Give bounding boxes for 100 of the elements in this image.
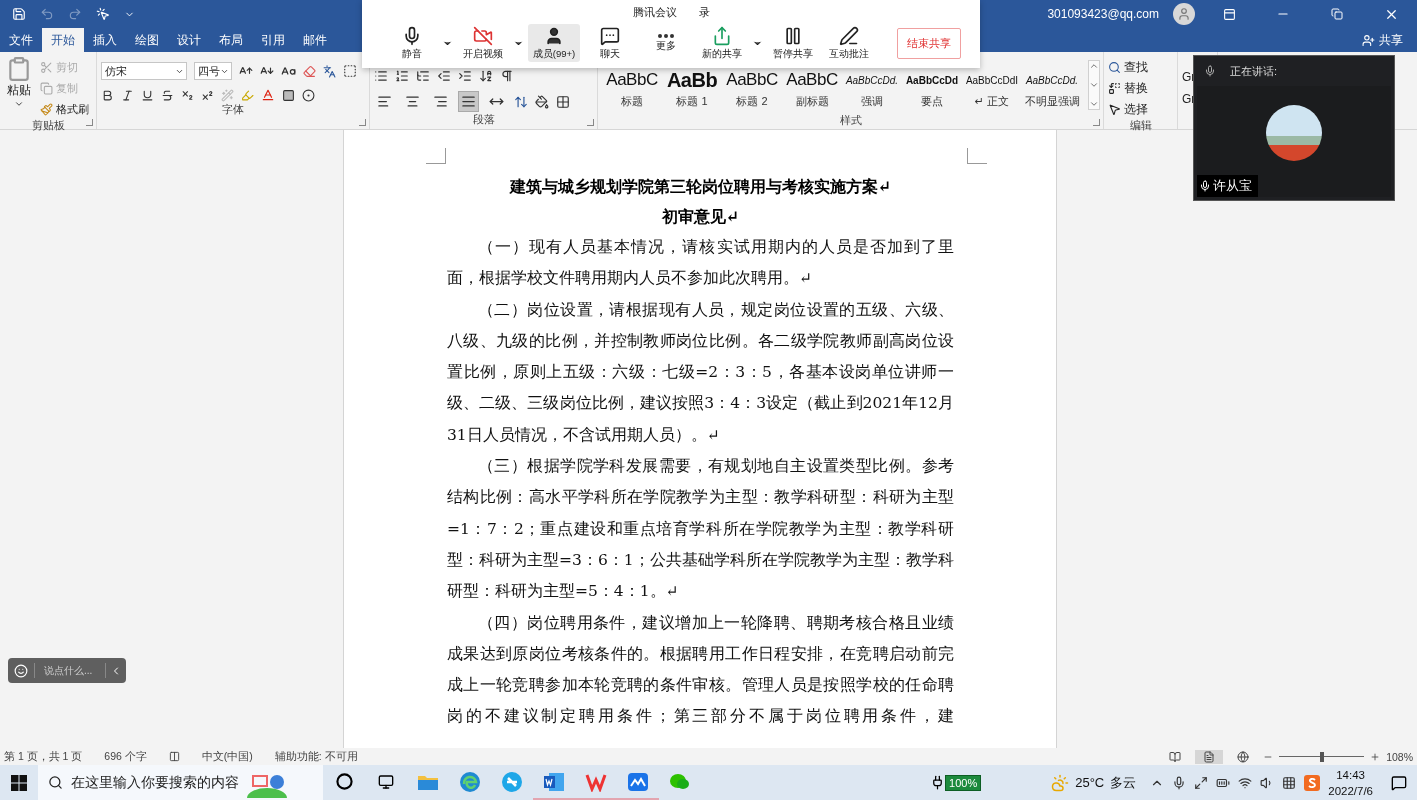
share-button[interactable]: 共享 xyxy=(1362,28,1403,52)
phonetic-guide-icon[interactable] xyxy=(323,64,336,78)
save-icon[interactable] xyxy=(12,7,26,21)
emoji-icon[interactable] xyxy=(14,663,28,678)
task-view-icon[interactable] xyxy=(378,773,394,790)
style-item[interactable]: AaBbC 副标题 xyxy=(782,69,842,109)
character-border-icon[interactable] xyxy=(343,64,357,78)
meeting-button[interactable]: 更多 xyxy=(640,24,692,62)
shading-icon[interactable] xyxy=(282,88,295,102)
chat-input[interactable]: 说点什么... xyxy=(34,663,106,678)
weather-condition[interactable]: 多云 xyxy=(1110,773,1137,792)
font-color-icon[interactable] xyxy=(261,88,275,102)
style-item[interactable]: AaBbC 标题 2 xyxy=(722,69,782,109)
ribbon-tab[interactable]: 邮件 xyxy=(294,28,336,52)
paste-button[interactable]: 粘贴 xyxy=(4,56,34,118)
restore-icon[interactable] xyxy=(1331,8,1343,20)
strikethrough-icon[interactable] xyxy=(161,88,174,102)
subscript-icon[interactable] xyxy=(181,88,194,102)
editing-button[interactable]: 选择 xyxy=(1108,100,1173,118)
superscript-icon[interactable] xyxy=(201,88,214,102)
underline-icon[interactable] xyxy=(141,88,154,102)
cortana-icon[interactable] xyxy=(335,773,353,790)
multilevel-list-icon[interactable] xyxy=(416,69,430,83)
add-person-icon xyxy=(1362,33,1375,47)
meeting-app-icon[interactable] xyxy=(627,771,649,792)
launcher-icon[interactable] xyxy=(359,119,366,126)
pointer-icon[interactable] xyxy=(96,7,110,21)
accessibility-status[interactable]: 辅助功能: 不可用 xyxy=(274,749,358,764)
ribbon-tab[interactable]: 插入 xyxy=(84,28,126,52)
eraser-icon[interactable] xyxy=(303,64,316,78)
proofing-icon[interactable] xyxy=(168,751,180,762)
borders-icon[interactable] xyxy=(556,94,570,109)
microphone-icon[interactable] xyxy=(1172,775,1187,790)
ribbon-tab[interactable]: 文件 xyxy=(0,28,42,52)
launcher-icon[interactable] xyxy=(587,119,594,126)
paragraph: （四）岗位聘用条件，建议增加上一轮降聘、聘期考核合格且业绩成果达到原岗位考核条件的。根据聘用工作日程安排，在竞聘启动前完成上一轮竞聘参加本轮竞聘的条件审核。管理人员是按照学校的任命聘岗的不建议制定聘用条件；第三部分不属于岗位聘用条件，建 xyxy=(447,612,954,728)
editing-button[interactable]: 替换 xyxy=(1108,79,1173,97)
search-field[interactable]: 在这里输入你要搜索的内容 xyxy=(38,765,323,800)
meeting-button[interactable]: 新的共享 xyxy=(696,24,748,62)
ime-logo-icon[interactable] xyxy=(1304,774,1321,791)
meeting-button[interactable]: 开启视频 xyxy=(457,24,509,62)
temperature[interactable]: 25°C xyxy=(1075,775,1105,790)
style-item[interactable]: AaBbCcDd 要点 xyxy=(902,69,962,109)
avatar-icon[interactable] xyxy=(1173,3,1195,25)
view-button[interactable] xyxy=(1195,749,1224,764)
paint-bucket-icon[interactable] xyxy=(535,94,549,109)
style-item[interactable]: AaBb 标题 1 xyxy=(662,69,722,109)
windows-logo-icon[interactable] xyxy=(11,774,27,791)
alignment-button[interactable] xyxy=(458,91,479,112)
end-share-button[interactable]: 结束共享 xyxy=(897,27,961,59)
style-item[interactable]: AaBbC 标题 xyxy=(602,69,662,109)
screen-icon[interactable] xyxy=(1194,775,1209,790)
meeting-button[interactable]: 暂停共享 xyxy=(767,24,819,62)
meeting-button[interactable]: 聊天 xyxy=(584,24,636,62)
launcher-icon[interactable] xyxy=(86,119,93,126)
sort-icon[interactable] xyxy=(479,69,493,83)
chat-icon xyxy=(600,25,620,46)
ribbon-tab[interactable]: 绘图 xyxy=(126,28,168,52)
margin-mark xyxy=(967,148,987,164)
decrease-indent-icon[interactable] xyxy=(437,69,451,83)
style-item[interactable]: AaBbCcDdI ↵ 正文 xyxy=(962,69,1022,109)
group-label: 编辑 xyxy=(1128,118,1153,133)
style-item[interactable]: AaBbCcDd. 强调 xyxy=(842,69,902,109)
input-method-icon[interactable] xyxy=(1282,775,1297,790)
ribbon-tab[interactable]: 设计 xyxy=(168,28,210,52)
meeting-button[interactable]: 互动批注 xyxy=(823,24,875,62)
style-item[interactable]: AaBbCcDd. 不明显强调 xyxy=(1022,69,1082,109)
editing-button[interactable]: 查找 xyxy=(1108,58,1173,76)
clock[interactable]: 14:43 2022/7/6 xyxy=(1328,766,1373,799)
browser-icon[interactable] xyxy=(501,770,523,793)
launcher-icon[interactable] xyxy=(1093,119,1100,126)
increase-indent-icon[interactable] xyxy=(458,69,472,83)
ribbon-tab[interactable]: 引用 xyxy=(252,28,294,52)
word-icon[interactable] xyxy=(543,771,565,792)
clipboard-button[interactable]: 格式刷 xyxy=(40,100,89,118)
align-center-icon xyxy=(405,94,420,109)
bold-icon[interactable] xyxy=(101,88,114,102)
zoom-percent[interactable]: 108% xyxy=(1386,750,1413,763)
notification-icon[interactable] xyxy=(1391,774,1407,791)
meeting-button[interactable]: 静音 xyxy=(386,24,438,62)
ribbon-tab[interactable]: 布局 xyxy=(210,28,252,52)
expand-icon xyxy=(1089,99,1099,109)
globe-icon xyxy=(1237,750,1250,763)
bullets-icon[interactable] xyxy=(374,69,388,83)
document-subtitle: 初审意见↵ xyxy=(660,206,741,228)
record-label[interactable]: 录 xyxy=(698,4,710,20)
meeting-button[interactable]: 成员(99+) xyxy=(528,24,580,62)
wifi-icon[interactable] xyxy=(1238,775,1253,790)
font-name-field[interactable]: 仿宋 xyxy=(101,62,187,80)
italic-icon[interactable] xyxy=(121,88,134,102)
ribbon-tab[interactable]: 开始 xyxy=(42,28,84,52)
numbering-icon[interactable] xyxy=(395,69,409,83)
font-size-field[interactable]: 四号 xyxy=(194,62,232,80)
enclose-character-icon[interactable] xyxy=(302,88,315,102)
pilcrow-icon[interactable] xyxy=(500,69,514,83)
zoom-thumb[interactable] xyxy=(1319,751,1324,762)
edge-icon[interactable] xyxy=(459,770,481,793)
zoom-in-icon[interactable] xyxy=(1370,751,1381,762)
ribbon-display-icon[interactable] xyxy=(1222,7,1236,21)
line-spacing-icon[interactable] xyxy=(514,94,528,109)
